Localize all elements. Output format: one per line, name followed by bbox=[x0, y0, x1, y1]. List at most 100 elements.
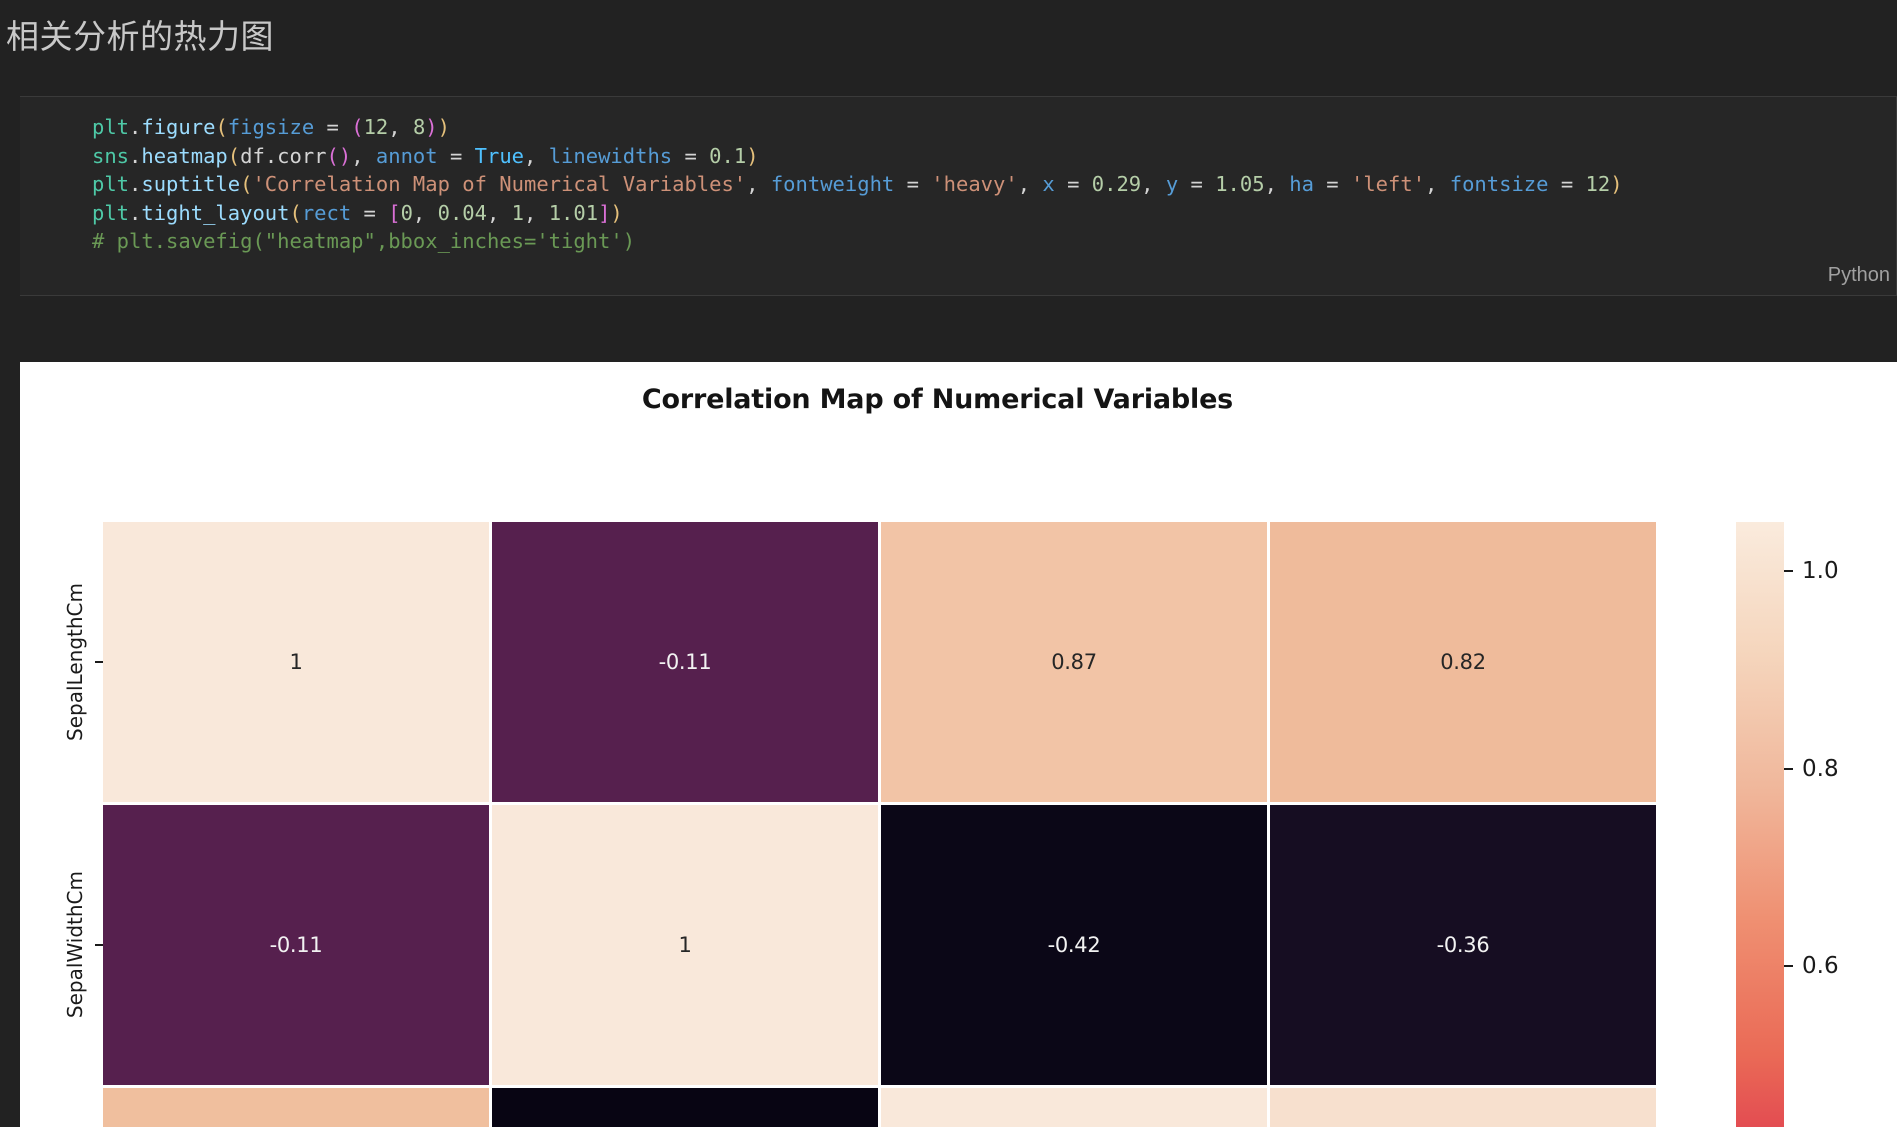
code-editor-text[interactable]: plt.figure(figsize = (12, 8)) sns.heatmap… bbox=[92, 113, 1623, 256]
y-axis-tick-text: SepalWidthCm bbox=[63, 871, 87, 1019]
code-token: df bbox=[240, 143, 265, 168]
colorbar-ticks: 1.00.80.60.4 bbox=[1784, 522, 1897, 1127]
code-token: = bbox=[1313, 172, 1351, 196]
heatmap-cell bbox=[881, 1088, 1267, 1127]
code-line: # plt.savefig("heatmap",bbox_inches='tig… bbox=[92, 227, 1623, 256]
y-axis-labels: SepalLengthCm SepalWidthCm PetalLengthCm bbox=[20, 522, 103, 1127]
code-token: True bbox=[474, 143, 525, 168]
code-token: 0.29 bbox=[1091, 172, 1142, 196]
code-token: 12 bbox=[363, 115, 389, 139]
code-token: = bbox=[314, 115, 352, 139]
colorbar-tick-mark bbox=[1784, 965, 1793, 967]
code-token: = bbox=[351, 200, 389, 225]
code-token: [ bbox=[388, 200, 401, 225]
heatmap-cell bbox=[492, 1088, 878, 1127]
code-token: . bbox=[129, 143, 142, 168]
code-token: fontsize bbox=[1449, 172, 1549, 196]
code-token: sns bbox=[92, 143, 130, 168]
code-token: ] bbox=[598, 200, 611, 225]
code-token: ) bbox=[437, 115, 450, 139]
code-token: , bbox=[1425, 172, 1450, 196]
code-token: figsize bbox=[227, 115, 315, 139]
code-token: . bbox=[264, 143, 278, 168]
code-line: sns.heatmap(df.corr(), annot = True, lin… bbox=[92, 142, 1623, 171]
colorbar-tick-mark bbox=[1784, 570, 1793, 573]
heatmap-cell bbox=[1270, 1088, 1656, 1127]
code-token: 'Correlation Map of Numerical Variables' bbox=[252, 172, 747, 196]
code-token: 1.05 bbox=[1215, 172, 1265, 196]
code-token: plt bbox=[92, 172, 130, 196]
code-token: , bbox=[486, 200, 512, 225]
code-token: figure bbox=[141, 115, 216, 139]
code-token: ) bbox=[338, 143, 352, 168]
heatmap-cell: -0.11 bbox=[492, 522, 878, 802]
colorbar-tick: 1.0 bbox=[1784, 558, 1839, 584]
code-token: suptitle bbox=[141, 172, 241, 196]
page-title: 相关分析的热力图 bbox=[6, 18, 274, 55]
code-token: ( bbox=[289, 200, 302, 225]
code-token: fontweight bbox=[770, 172, 895, 196]
y-axis-tick-label: SepalWidthCm bbox=[20, 805, 103, 1085]
code-token: , bbox=[524, 200, 549, 225]
heatmap-cell: -0.36 bbox=[1270, 805, 1656, 1085]
code-token: heatmap bbox=[141, 143, 228, 168]
code-token: 'heavy' bbox=[931, 172, 1018, 196]
y-axis-tick-label: PetalLengthCm bbox=[20, 1088, 103, 1127]
code-token: linewidths bbox=[548, 143, 673, 168]
code-token: = bbox=[894, 172, 932, 196]
code-token: = bbox=[1178, 172, 1216, 196]
code-token: x bbox=[1042, 172, 1055, 196]
code-token: ) bbox=[610, 200, 623, 225]
colorbar-tick-mark bbox=[1784, 767, 1793, 770]
code-token: 12 bbox=[1585, 172, 1611, 196]
colorbar-tick: 0.6 bbox=[1784, 953, 1839, 979]
heatmap-cell bbox=[103, 1088, 489, 1127]
code-token: , bbox=[524, 143, 549, 168]
y-axis-tick-mark bbox=[95, 661, 103, 663]
heatmap-plot-area: 1 -0.11 0.87 0.82 -0.11 1 -0.42 -0.36 bbox=[103, 522, 1656, 1127]
code-cell[interactable]: plt.figure(figsize = (12, 8)) sns.heatmap… bbox=[20, 96, 1897, 296]
code-token: 8 bbox=[412, 115, 426, 139]
code-token: 1.01 bbox=[548, 200, 599, 225]
code-token: corr bbox=[277, 143, 327, 168]
code-token: ) bbox=[425, 115, 438, 139]
heatmap-cell: -0.42 bbox=[881, 805, 1267, 1085]
heatmap-cell: 1 bbox=[103, 522, 489, 802]
code-token: plt bbox=[92, 115, 130, 139]
code-token: 0 bbox=[400, 200, 413, 225]
code-token: , bbox=[746, 172, 771, 196]
heatmap-cell: 1 bbox=[492, 805, 878, 1085]
y-axis-tick-label: SepalLengthCm bbox=[20, 522, 103, 802]
colorbar: 1.00.80.60.4 bbox=[1736, 522, 1839, 1127]
colorbar-tick-label: 0.8 bbox=[1802, 755, 1839, 782]
colorbar-tick-label: 1.0 bbox=[1802, 558, 1839, 585]
code-token: = bbox=[1054, 172, 1092, 196]
heatmap-cell: -0.11 bbox=[103, 805, 489, 1085]
code-line: plt.figure(figsize = (12, 8)) bbox=[92, 113, 1623, 142]
code-token: , bbox=[412, 200, 438, 225]
code-token: ( bbox=[326, 143, 339, 168]
code-token: rect bbox=[301, 200, 352, 225]
code-token: 1 bbox=[511, 200, 525, 225]
code-token: , bbox=[388, 115, 413, 139]
code-token: 'left' bbox=[1350, 172, 1426, 196]
code-token: y bbox=[1165, 172, 1179, 196]
code-token: = bbox=[1548, 172, 1586, 196]
colorbar-gradient bbox=[1736, 522, 1784, 1127]
code-token: ha bbox=[1289, 172, 1314, 196]
code-token: ) bbox=[1610, 172, 1623, 196]
code-token: , bbox=[1264, 172, 1290, 196]
code-language-label: Python bbox=[1827, 264, 1890, 286]
code-token: , bbox=[1141, 172, 1166, 196]
figure-output: Correlation Map of Numerical Variables S… bbox=[20, 362, 1897, 1127]
code-token: . bbox=[129, 200, 142, 225]
code-token: tight_layout bbox=[141, 200, 290, 225]
code-token: . bbox=[129, 172, 142, 196]
code-token: annot bbox=[375, 143, 438, 168]
y-axis-tick-text: SepalLengthCm bbox=[63, 583, 87, 741]
code-token: ( bbox=[351, 115, 364, 139]
heatmap-grid: 1 -0.11 0.87 0.82 -0.11 1 -0.42 -0.36 bbox=[103, 522, 1656, 1127]
heatmap-cell: 0.82 bbox=[1270, 522, 1656, 802]
code-token: ( bbox=[215, 115, 228, 139]
notebook-page: 相关分析的热力图 plt.figure(figsize = (12, 8)) sn… bbox=[0, 0, 1897, 1127]
